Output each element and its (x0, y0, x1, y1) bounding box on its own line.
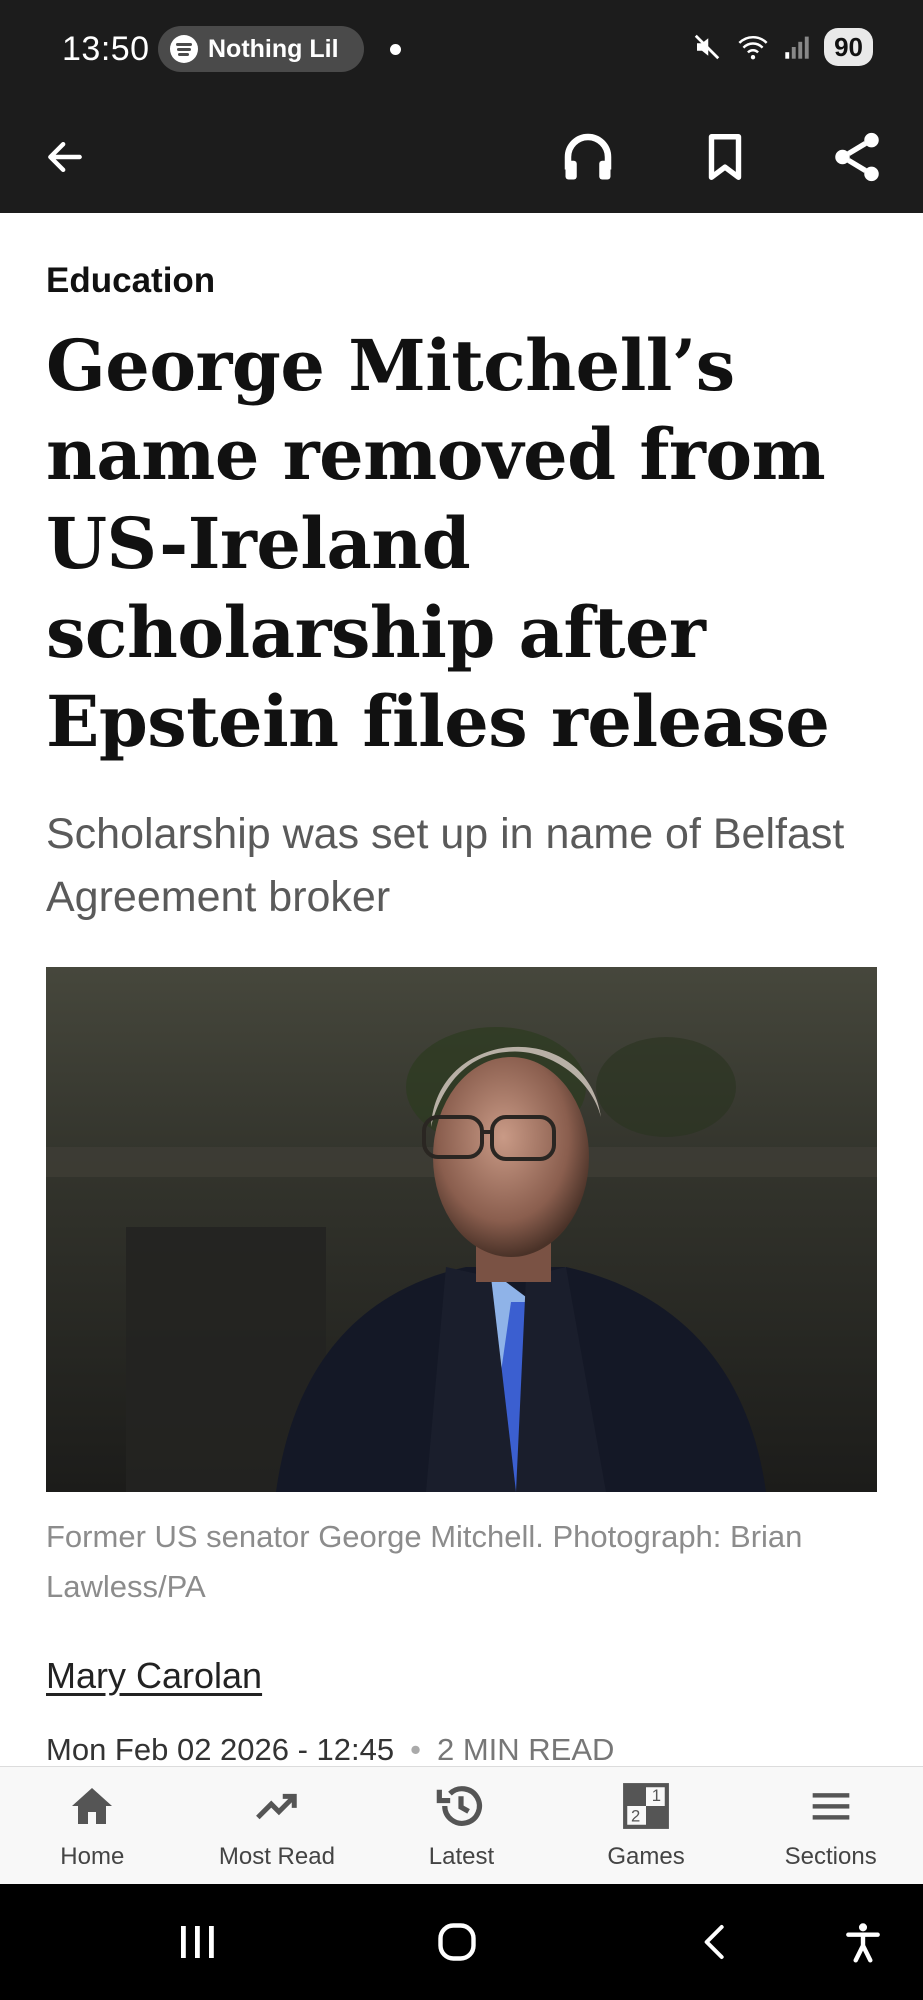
portrait-photo-image (46, 967, 877, 1492)
article-photo[interactable] (46, 967, 877, 1492)
trending-icon (249, 1781, 305, 1831)
article-toolbar (0, 100, 923, 213)
home-circle-icon (438, 1923, 476, 1961)
recent-apps-icon (181, 1926, 214, 1958)
bookmark-icon (708, 133, 742, 180)
author-link[interactable]: Mary Carolan (46, 1655, 262, 1697)
back-arrow-icon (48, 141, 82, 172)
section-label[interactable]: Education (46, 261, 215, 301)
article-headline: George Mitchell’s name removed from US-I… (46, 324, 830, 763)
headphones-icon (564, 133, 612, 179)
nav-games[interactable]: 1 2 Games (554, 1767, 739, 1884)
nav-latest[interactable]: Latest (369, 1767, 554, 1884)
back-chevron-icon (704, 1925, 724, 1959)
menu-icon (803, 1781, 859, 1831)
games-icon: 1 2 (618, 1781, 674, 1831)
nav-label-latest: Latest (428, 1843, 495, 1870)
media-label: Nothing Lil (208, 34, 339, 63)
media-notification-pill[interactable]: Nothing Lil (158, 26, 364, 72)
home-system-button[interactable] (412, 1884, 502, 2000)
bookmark-button[interactable] (680, 100, 770, 213)
wifi-icon (738, 36, 768, 60)
nav-label-home: Home (60, 1843, 125, 1870)
nav-most-read[interactable]: Most Read (185, 1767, 370, 1884)
nav-home[interactable]: Home (0, 1767, 185, 1884)
mute-icon (694, 34, 720, 60)
nav-sections[interactable]: Sections (738, 1767, 923, 1884)
svg-text:2: 2 (631, 1807, 640, 1826)
article-standfirst: Scholarship was set up in name of Belfas… (46, 810, 845, 921)
accessibility-icon (846, 1923, 880, 1963)
publish-date: Mon Feb 02 2026 - 12:45 (46, 1732, 395, 1767)
nav-label-sections: Sections (784, 1843, 877, 1870)
notification-dot-icon (390, 44, 401, 55)
spotify-icon (170, 35, 198, 63)
svg-text:1: 1 (652, 1786, 661, 1805)
accessibility-button[interactable] (818, 1884, 908, 2000)
share-button[interactable] (812, 100, 902, 213)
status-time: 13:50 (62, 30, 150, 68)
read-time: 2 MIN READ (437, 1732, 615, 1767)
status-bar: 13:50 Nothing Lil 90 (0, 0, 923, 100)
back-button[interactable] (20, 100, 110, 213)
article-meta: Mon Feb 02 2026 - 12:45 • 2 MIN READ (46, 1732, 614, 1768)
listen-button[interactable] (543, 100, 633, 213)
history-icon (433, 1781, 489, 1831)
back-system-button[interactable] (670, 1884, 760, 2000)
recent-apps-button[interactable] (152, 1884, 242, 2000)
nav-label-most-read: Most Read (218, 1843, 335, 1870)
nav-label-games: Games (607, 1843, 685, 1870)
bottom-navigation: Home Most Read Latest 1 2 Games Sections (0, 1766, 923, 1884)
status-icons: 90 (692, 28, 873, 66)
meta-separator: • (410, 1732, 421, 1767)
photo-caption: Former US senator George Mitchell. Photo… (46, 1519, 803, 1604)
battery-indicator: 90 (824, 28, 873, 66)
signal-icon (785, 36, 809, 59)
home-icon (64, 1781, 120, 1831)
share-icon (835, 132, 879, 181)
system-navigation-bar (0, 1884, 923, 2000)
